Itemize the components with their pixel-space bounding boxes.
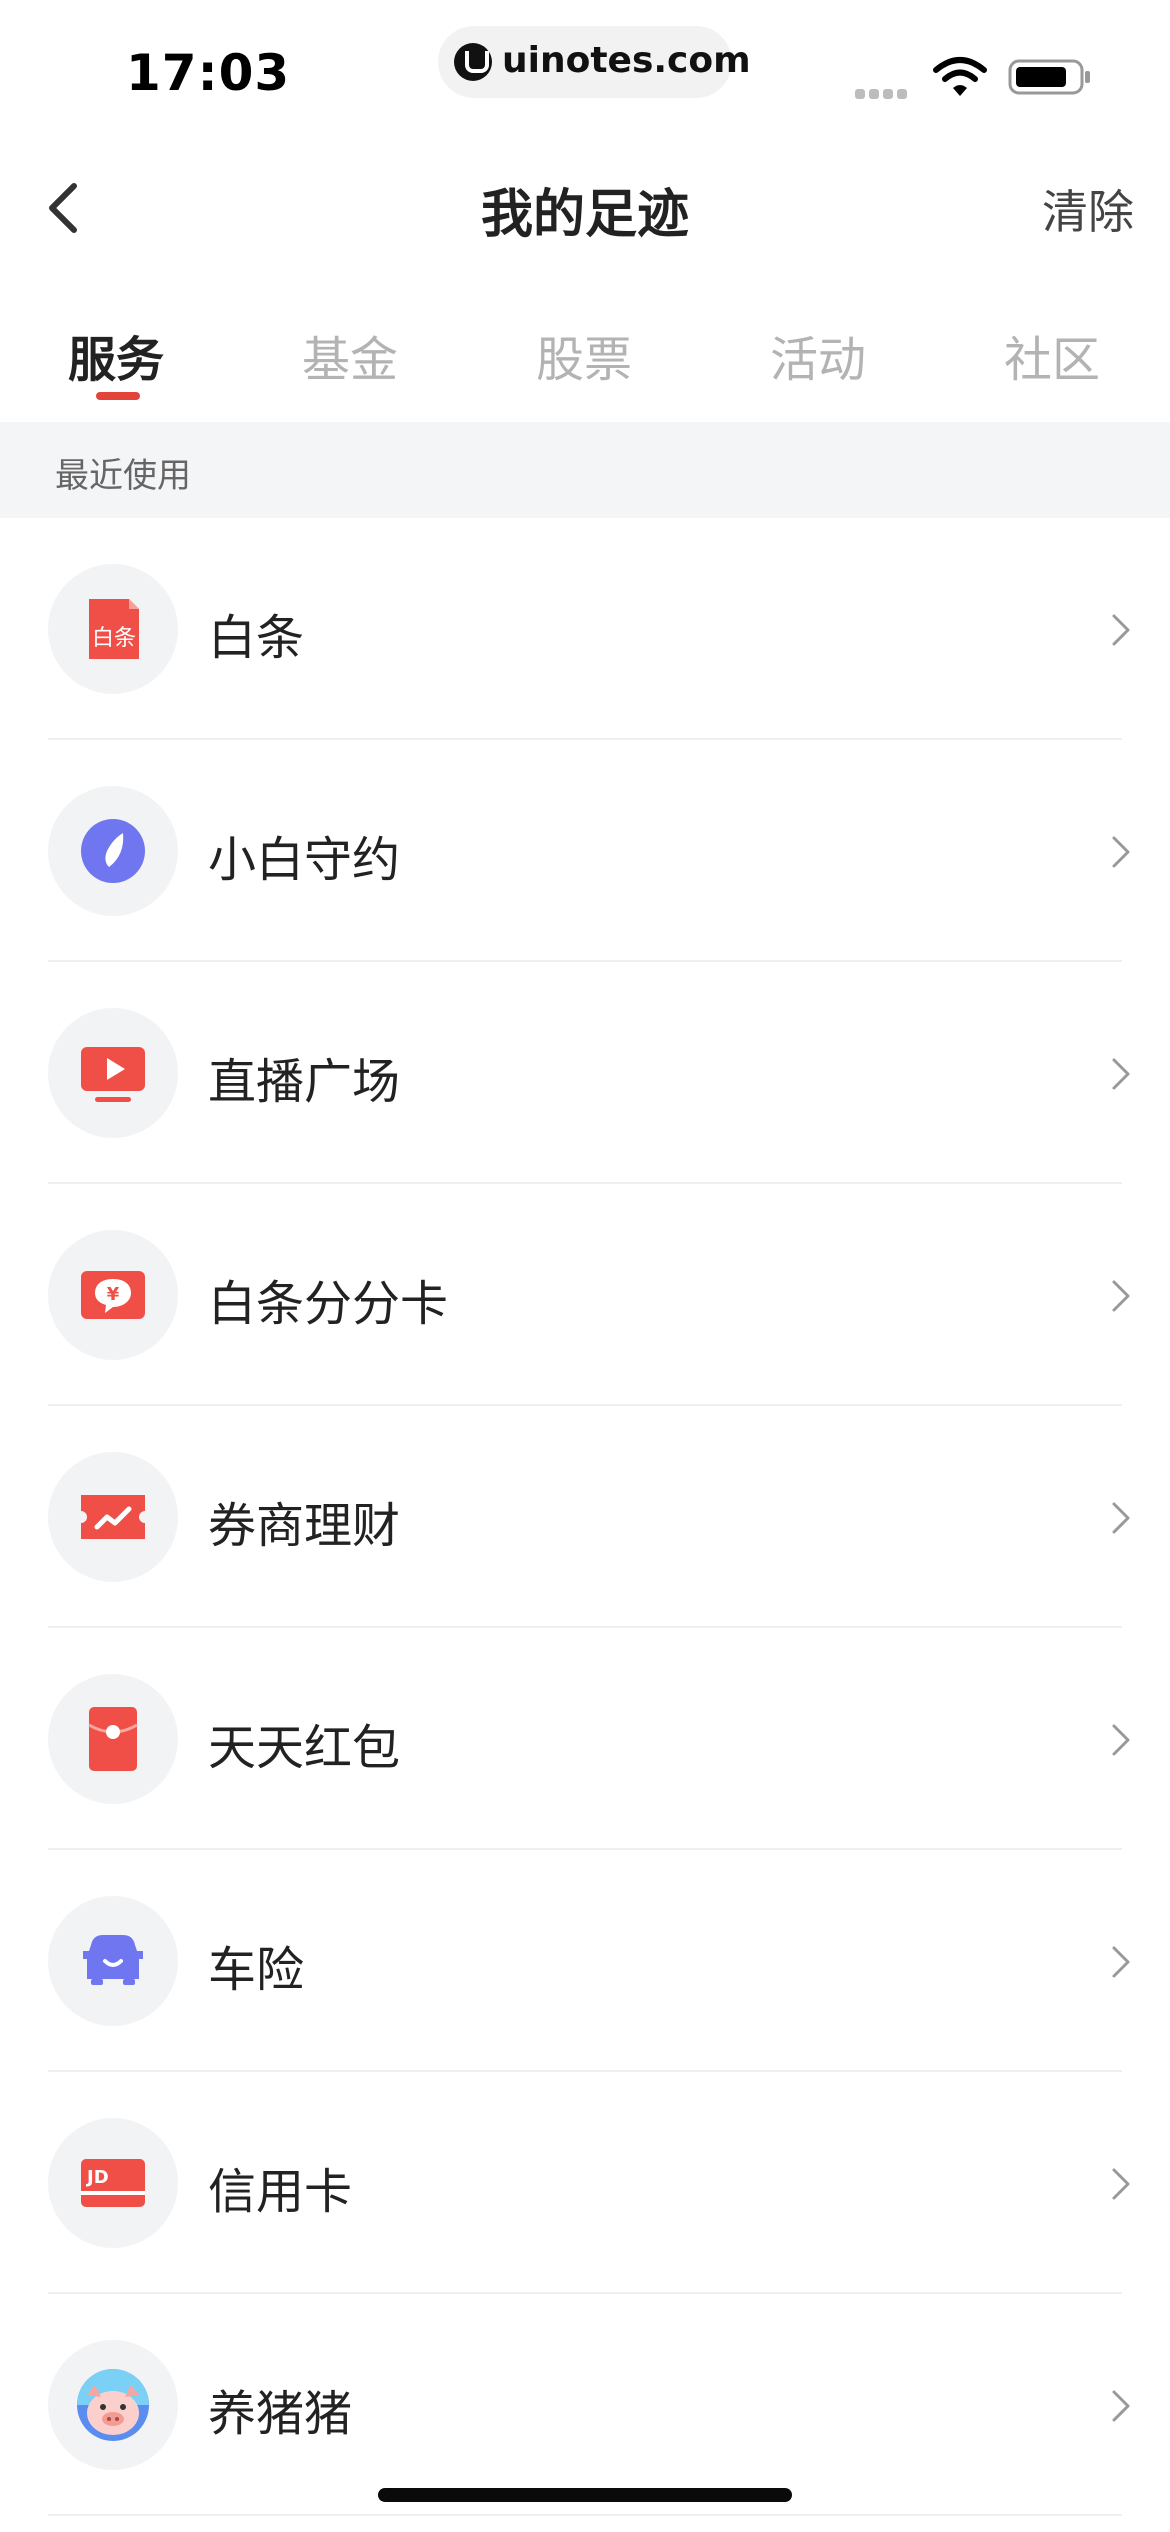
list-item-raise-pig[interactable]: 养猪猪 (0, 2294, 1170, 2516)
item-label: 信用卡 (208, 2164, 353, 2220)
status-bar: 17:03 uinotes.com (0, 0, 1170, 140)
tab-stocks[interactable]: 股票 (484, 320, 684, 390)
battery-icon (1008, 59, 1090, 95)
jd-card-icon: JD (48, 2118, 178, 2248)
pig-icon (48, 2340, 178, 2470)
yen-chat-icon: ¥ (48, 1230, 178, 1360)
active-tab-indicator (96, 392, 140, 400)
url-pill[interactable]: uinotes.com (438, 26, 751, 98)
item-label: 券商理财 (208, 1498, 401, 1554)
url-text: uinotes.com (502, 40, 751, 81)
wifi-icon (933, 57, 987, 96)
home-indicator (378, 2488, 792, 2502)
clear-button[interactable]: 清除 (1042, 176, 1134, 242)
list-item-xiaobai-shouyue[interactable]: 小白守约 (0, 740, 1170, 962)
chevron-right-icon (1112, 1280, 1130, 1312)
history-list: 白条 白条 小白守约 直播广场 ¥ 白条分分卡 券商理财 天天红包 车险 JD … (0, 518, 1170, 2516)
tab-bar: 服务 基金 股票 活动 社区 (0, 300, 1170, 420)
yen-icon-text: ¥ (107, 1284, 120, 1305)
item-label: 直播广场 (208, 1054, 401, 1110)
list-item-credit-card[interactable]: JD 信用卡 (0, 2072, 1170, 2294)
item-label: 天天红包 (208, 1720, 401, 1776)
live-tv-icon (48, 1008, 178, 1138)
section-header: 最近使用 (0, 422, 1170, 518)
baitiao-icon-text: 白条 (92, 626, 136, 651)
chevron-right-icon (1112, 836, 1130, 868)
signal-icon (855, 84, 911, 103)
list-item-baitiao[interactable]: 白条 白条 (0, 518, 1170, 740)
baitiao-icon: 白条 (48, 564, 178, 694)
tab-community[interactable]: 社区 (952, 320, 1152, 390)
list-item-car-insurance[interactable]: 车险 (0, 1850, 1170, 2072)
tab-services[interactable]: 服务 (16, 320, 216, 390)
item-label: 小白守约 (208, 832, 401, 888)
list-item-broker-finance[interactable]: 券商理财 (0, 1406, 1170, 1628)
item-label: 白条 (208, 610, 305, 666)
list-item-daily-red-envelope[interactable]: 天天红包 (0, 1628, 1170, 1850)
divider (48, 2514, 1122, 2516)
compass-icon (48, 786, 178, 916)
chevron-right-icon (1112, 1502, 1130, 1534)
chevron-right-icon (1112, 2168, 1130, 2200)
chevron-right-icon (1112, 1946, 1130, 1978)
site-logo-icon (454, 43, 492, 81)
red-envelope-icon (48, 1674, 178, 1804)
tab-funds[interactable]: 基金 (250, 320, 450, 390)
car-icon (48, 1896, 178, 2026)
nav-bar: 我的足迹 清除 (0, 140, 1170, 270)
item-label: 养猪猪 (208, 2386, 353, 2442)
chevron-right-icon (1112, 1058, 1130, 1090)
section-title: 最近使用 (55, 456, 191, 496)
list-item-live-square[interactable]: 直播广场 (0, 962, 1170, 1184)
status-time: 17:03 (126, 44, 291, 102)
chevron-right-icon (1112, 1724, 1130, 1756)
ticket-trend-icon (48, 1452, 178, 1582)
item-label: 车险 (208, 1942, 305, 1998)
chevron-right-icon (1112, 614, 1130, 646)
tab-activities[interactable]: 活动 (718, 320, 918, 390)
jd-icon-text: JD (85, 2167, 109, 2188)
page-title: 我的足迹 (480, 185, 689, 245)
chevron-right-icon (1112, 2390, 1130, 2422)
item-label: 白条分分卡 (208, 1276, 449, 1332)
list-item-baitiao-fenfenka[interactable]: ¥ 白条分分卡 (0, 1184, 1170, 1406)
